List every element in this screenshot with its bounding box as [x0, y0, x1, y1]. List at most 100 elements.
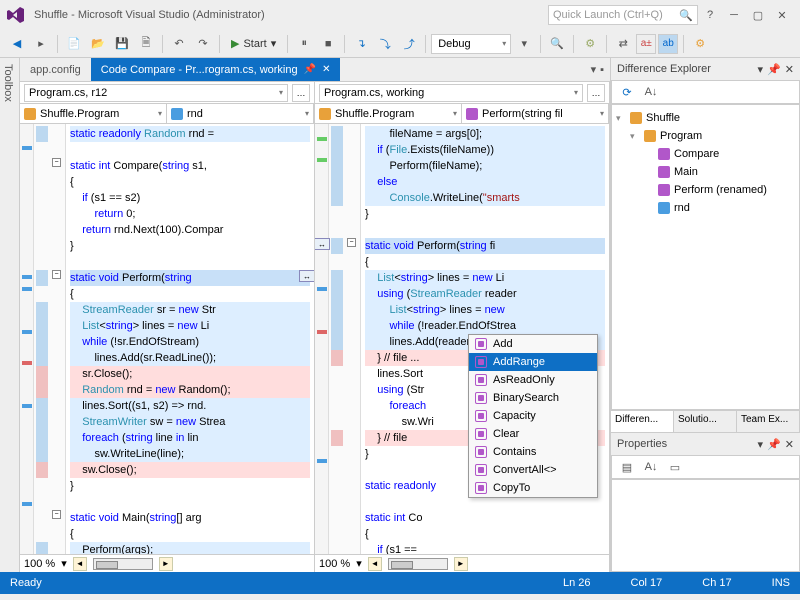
intellisense-item-contains[interactable]: Contains	[469, 443, 597, 461]
fold-button[interactable]: −	[347, 238, 356, 247]
left-class-combo[interactable]: Shuffle.Program	[20, 104, 167, 123]
intellisense-item-asreadonly[interactable]: AsReadOnly	[469, 371, 597, 389]
close-button[interactable]: ✕	[770, 3, 794, 27]
properties-grid[interactable]	[611, 479, 800, 572]
tree-item-shuffle[interactable]: ▾Shuffle	[616, 109, 795, 127]
intellisense-item-convertall<>[interactable]: ConvertAll<>	[469, 461, 597, 479]
intellisense-item-addrange[interactable]: AddRange	[469, 353, 597, 371]
right-member-combo[interactable]: Perform(string fil	[462, 104, 609, 123]
help-icon[interactable]: ?	[698, 3, 722, 27]
pause-button[interactable]: ⏸	[293, 33, 315, 55]
maximize-button[interactable]: ▢	[746, 3, 770, 27]
intellisense-item-clear[interactable]: Clear	[469, 425, 597, 443]
tree-item-perform-renamed-[interactable]: Perform (renamed)	[616, 181, 795, 199]
tree-item-program[interactable]: ▾Program	[616, 127, 795, 145]
prev-diff-button[interactable]: ◄	[368, 557, 382, 571]
tree-item-main[interactable]: Main	[616, 163, 795, 181]
right-browse-button[interactable]: …	[587, 84, 605, 102]
prev-diff-button[interactable]: ◄	[73, 557, 87, 571]
close-tab-icon[interactable]: ✕	[322, 64, 330, 75]
right-gutter: −	[329, 124, 361, 554]
panel-menu-button[interactable]: ▾	[758, 63, 764, 76]
left-member-combo[interactable]: rnd	[167, 104, 314, 123]
left-code-editor[interactable]: static readonly Random rnd =static int C…	[66, 124, 314, 554]
stop-button[interactable]: ■	[317, 33, 339, 55]
panel-menu-button[interactable]: ▾	[758, 438, 764, 451]
active-files-button[interactable]: ▪	[600, 64, 604, 76]
nav-forward-button[interactable]: ▸	[30, 33, 52, 55]
tabs-overflow-button[interactable]: ▾	[591, 63, 597, 76]
options-button[interactable]: ⚙	[689, 33, 711, 55]
panel-pin-button[interactable]: 📌	[767, 63, 781, 76]
link-marker[interactable]: ↔	[315, 238, 330, 250]
right-overview-ruler[interactable]	[315, 124, 329, 554]
diff-mode-ab[interactable]: ab	[658, 34, 678, 54]
alphabetical-button[interactable]: A↓	[640, 456, 662, 478]
property-pages-button[interactable]: ▭	[664, 456, 686, 478]
tab-team-explorer[interactable]: Team Ex...	[737, 411, 800, 432]
intellisense-item-capacity[interactable]: Capacity	[469, 407, 597, 425]
method-icon	[475, 356, 487, 368]
quick-launch-placeholder: Quick Launch (Ctrl+Q)	[553, 9, 663, 21]
right-file-combo[interactable]: Program.cs, working	[319, 84, 583, 102]
fold-button[interactable]: −	[52, 510, 61, 519]
open-file-button[interactable]: 📂	[87, 33, 109, 55]
method-icon	[475, 428, 487, 440]
config-combo[interactable]: Debug	[431, 34, 511, 54]
start-label: Start	[243, 38, 266, 50]
right-class-combo[interactable]: Shuffle.Program	[315, 104, 462, 123]
tab-solution-explorer[interactable]: Solutio...	[674, 411, 737, 432]
play-icon: ▶	[231, 37, 239, 50]
compare-settings-button[interactable]: ⚙	[579, 33, 601, 55]
diff-tree[interactable]: ▾Shuffle▾ProgramCompareMainPerform (rena…	[611, 104, 800, 410]
left-overview-ruler[interactable]	[20, 124, 34, 554]
vs-logo-icon	[6, 5, 26, 25]
fold-button[interactable]: −	[52, 158, 61, 167]
tab-difference-explorer[interactable]: Differen...	[611, 411, 674, 432]
search-icon: 🔍	[679, 9, 693, 22]
fold-button[interactable]: −	[52, 270, 61, 279]
toolbar-dropdown[interactable]: ▾	[513, 33, 535, 55]
find-button[interactable]: 🔍	[546, 33, 568, 55]
link-marker[interactable]: ↔	[299, 270, 314, 282]
step-into-button[interactable]: ↴	[350, 33, 372, 55]
intellisense-item-binarysearch[interactable]: BinarySearch	[469, 389, 597, 407]
save-button[interactable]: 💾	[111, 33, 133, 55]
next-diff-button[interactable]: ►	[159, 557, 173, 571]
panel-close-button[interactable]: ✕	[785, 438, 794, 451]
tab-app-config[interactable]: app.config	[20, 58, 91, 81]
title-bar: Shuffle - Microsoft Visual Studio (Admin…	[0, 0, 800, 30]
diff-mode-a[interactable]: a±	[636, 34, 656, 54]
method-icon	[475, 392, 487, 404]
tab-code-compare[interactable]: Code Compare - Pr...rogram.cs, working 📌…	[91, 58, 341, 81]
intellisense-item-copyto[interactable]: CopyTo	[469, 479, 597, 497]
left-browse-button[interactable]: …	[292, 84, 310, 102]
save-all-button[interactable]: 🗎	[135, 33, 157, 55]
toolbox-tab[interactable]: Toolbox	[0, 58, 20, 572]
quick-launch-input[interactable]: Quick Launch (Ctrl+Q) 🔍	[548, 5, 698, 25]
minimize-button[interactable]: ─	[722, 3, 746, 27]
pin-icon[interactable]: 📌	[304, 64, 316, 75]
new-project-button[interactable]: 📄	[63, 33, 85, 55]
start-debug-button[interactable]: ▶ Start ▾	[225, 37, 282, 50]
next-diff-button[interactable]: ►	[454, 557, 468, 571]
redo-button[interactable]: ↷	[192, 33, 214, 55]
merge-button[interactable]: ⇄	[612, 33, 634, 55]
categorized-button[interactable]: ▤	[616, 456, 638, 478]
step-over-button[interactable]: ⤵	[374, 33, 396, 55]
tree-item-compare[interactable]: Compare	[616, 145, 795, 163]
refresh-button[interactable]: ⟳	[616, 81, 638, 103]
panel-close-button[interactable]: ✕	[785, 63, 794, 76]
right-zoom-label: 100 %	[319, 558, 350, 570]
panel-pin-button[interactable]: 📌	[767, 438, 781, 451]
intellisense-popup[interactable]: AddAddRangeAsReadOnlyBinarySearchCapacit…	[468, 334, 598, 498]
undo-button[interactable]: ↶	[168, 33, 190, 55]
sort-button[interactable]: A↓	[640, 81, 662, 103]
left-file-combo[interactable]: Program.cs, r12	[24, 84, 288, 102]
tree-item-rnd[interactable]: rnd	[616, 199, 795, 217]
intellisense-item-add[interactable]: Add	[469, 335, 597, 353]
step-out-button[interactable]: ⤴	[398, 33, 420, 55]
right-hscroll[interactable]	[388, 558, 448, 570]
left-hscroll[interactable]	[93, 558, 153, 570]
nav-back-button[interactable]: ◀	[6, 33, 28, 55]
